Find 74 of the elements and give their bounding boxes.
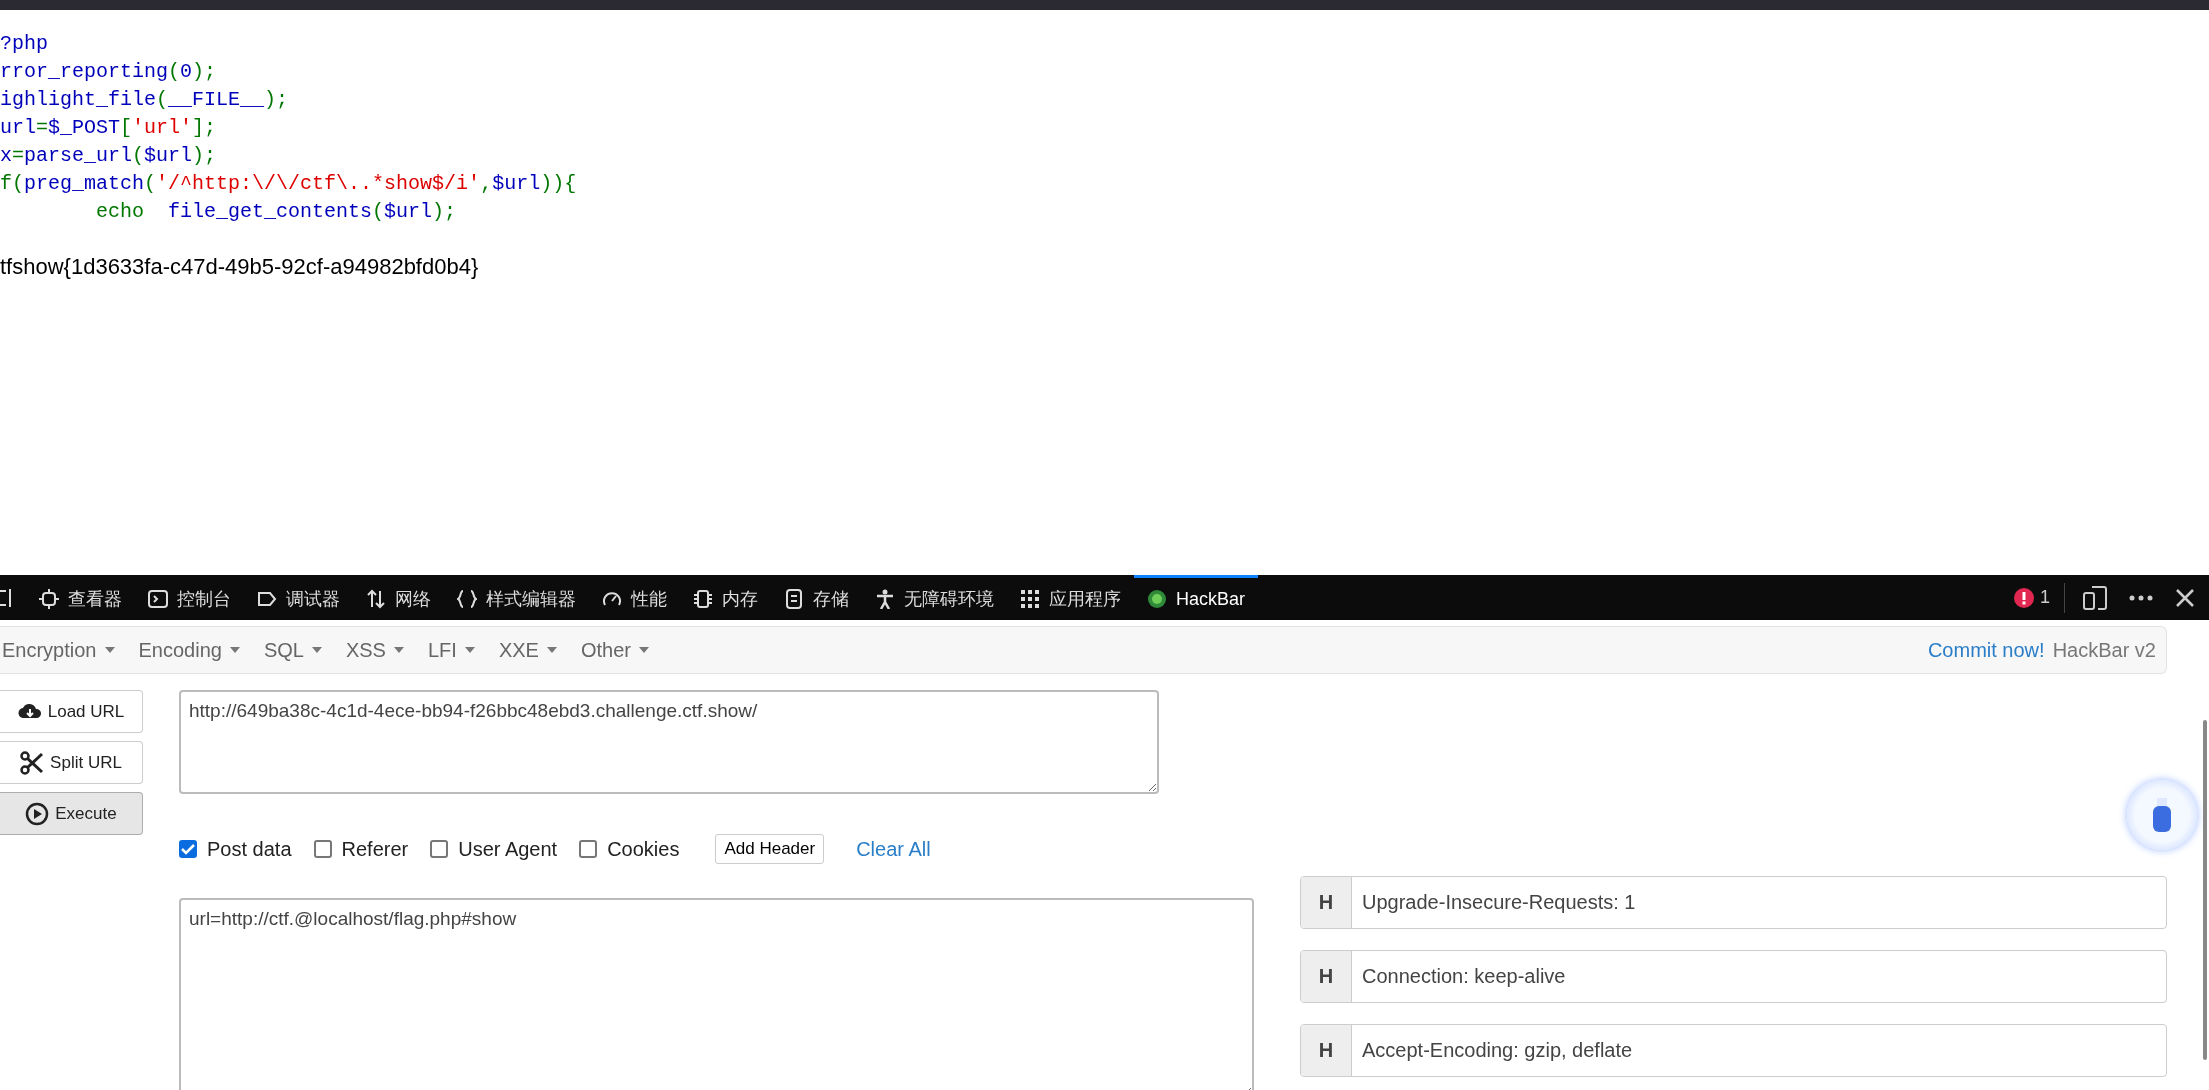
post-data-field[interactable]: url=http://ctf.@localhost/flag.php#show xyxy=(179,898,1254,1090)
header-tag: H xyxy=(1301,877,1352,928)
checkbox-option[interactable]: Referer xyxy=(313,837,409,861)
checkbox-option[interactable]: User Agent xyxy=(430,837,558,861)
devtools-tab[interactable]: 性能 xyxy=(589,575,680,620)
usb-stick-button[interactable] xyxy=(2127,780,2197,850)
split-url-button[interactable]: Split URL xyxy=(0,741,143,784)
header-field[interactable]: H Connection: keep-alive xyxy=(1300,950,2167,1003)
commit-link[interactable]: Commit now! xyxy=(1927,638,2045,662)
checkbox-option[interactable]: Post data xyxy=(179,837,292,861)
play-circle-icon xyxy=(25,801,50,826)
devtools-tab[interactable]: 控制台 xyxy=(135,575,244,620)
menu-dropdown[interactable]: Other xyxy=(578,638,661,662)
devtools-tab[interactable]: HackBar xyxy=(1134,575,1259,620)
header-tag: H xyxy=(1301,951,1352,1002)
crosshair-icon xyxy=(39,589,59,609)
code-line: rror_reporting(0); xyxy=(0,59,217,85)
tag-icon xyxy=(257,589,277,609)
menu-dropdown[interactable]: Encryption xyxy=(0,638,127,662)
devtools-tab[interactable]: 样式编辑器 xyxy=(444,575,589,620)
devtools-tab[interactable]: 存储 xyxy=(771,575,862,620)
terminal-icon xyxy=(148,589,168,609)
code-line: ighlight_file(__FILE__); xyxy=(0,87,289,113)
caret-icon xyxy=(638,647,649,653)
caret-icon xyxy=(229,647,240,653)
code-line: echo file_get_contents($url); xyxy=(95,199,457,225)
devtools-tab[interactable]: 无障碍环境 xyxy=(862,575,1007,620)
execute-button[interactable]: Execute xyxy=(0,792,143,835)
code-line: x=parse_url($url); xyxy=(0,143,217,169)
header-tag: H xyxy=(1301,1025,1352,1076)
braces-icon xyxy=(457,589,477,609)
scissors-icon xyxy=(20,750,45,775)
devtools-tab[interactable]: 查看器 xyxy=(26,575,135,620)
picker-icon xyxy=(0,586,14,609)
version-text: HackBar v2 xyxy=(2052,638,2156,662)
code-line: f(preg_match('/^http:\/\/ctf\..*show$/i',$url)){ xyxy=(0,171,577,197)
caret-icon xyxy=(464,647,475,653)
caret-icon xyxy=(104,647,115,653)
dock-side-icon xyxy=(2083,584,2107,611)
devtools-tab[interactable]: 网络 xyxy=(353,575,444,620)
caret-icon xyxy=(393,647,404,653)
chip-icon xyxy=(693,589,713,609)
devtools-tab[interactable]: 调试器 xyxy=(244,575,353,620)
error-icon xyxy=(2014,587,2034,608)
url-field[interactable]: http://649ba38c-4c1d-4ece-bb94-f26bbc48ebd3.challenge.ctf.show/ xyxy=(179,690,1159,794)
menu-dropdown[interactable]: XSS xyxy=(343,638,416,662)
usb-stick-icon xyxy=(2151,798,2173,832)
add-header-button[interactable]: Add Header xyxy=(715,834,825,864)
storage-icon xyxy=(784,589,804,609)
more-icon xyxy=(2129,594,2153,601)
checkbox-option[interactable]: Cookies xyxy=(579,837,680,861)
checkmark-icon xyxy=(181,843,195,855)
person-icon xyxy=(875,589,895,609)
error-counter[interactable]: 1 xyxy=(2014,587,2050,608)
code-line: ?php xyxy=(0,31,48,57)
menu-dropdown[interactable]: Encoding xyxy=(136,638,252,662)
close-icon xyxy=(2175,587,2195,608)
devtools-tab[interactable]: 内存 xyxy=(680,575,771,620)
menu-dropdown[interactable]: LFI xyxy=(425,638,487,662)
output-text: tfshow{1d3633fa-c47d-49b5-92cf-a94982bfd0b4} xyxy=(0,254,479,280)
scrollbar[interactable] xyxy=(2203,720,2207,1060)
grid-icon xyxy=(1020,589,1040,609)
orb-icon xyxy=(1147,589,1167,609)
caret-icon xyxy=(311,647,322,653)
load-url-button[interactable]: Load URL xyxy=(0,690,143,733)
menu-dropdown[interactable]: XXE xyxy=(496,638,569,662)
clear-all-link[interactable]: Clear All xyxy=(856,837,931,861)
up-down-arrows-icon xyxy=(366,589,386,609)
code-line: url=$_POST['url']; xyxy=(0,115,217,141)
header-field[interactable]: H Upgrade-Insecure-Requests: 1 xyxy=(1300,876,2167,929)
header-field[interactable]: H Accept-Encoding: gzip, deflate xyxy=(1300,1024,2167,1077)
caret-icon xyxy=(546,647,557,653)
devtools-tab[interactable]: 应用程序 xyxy=(1007,575,1134,620)
menu-dropdown[interactable]: SQL xyxy=(261,638,334,662)
